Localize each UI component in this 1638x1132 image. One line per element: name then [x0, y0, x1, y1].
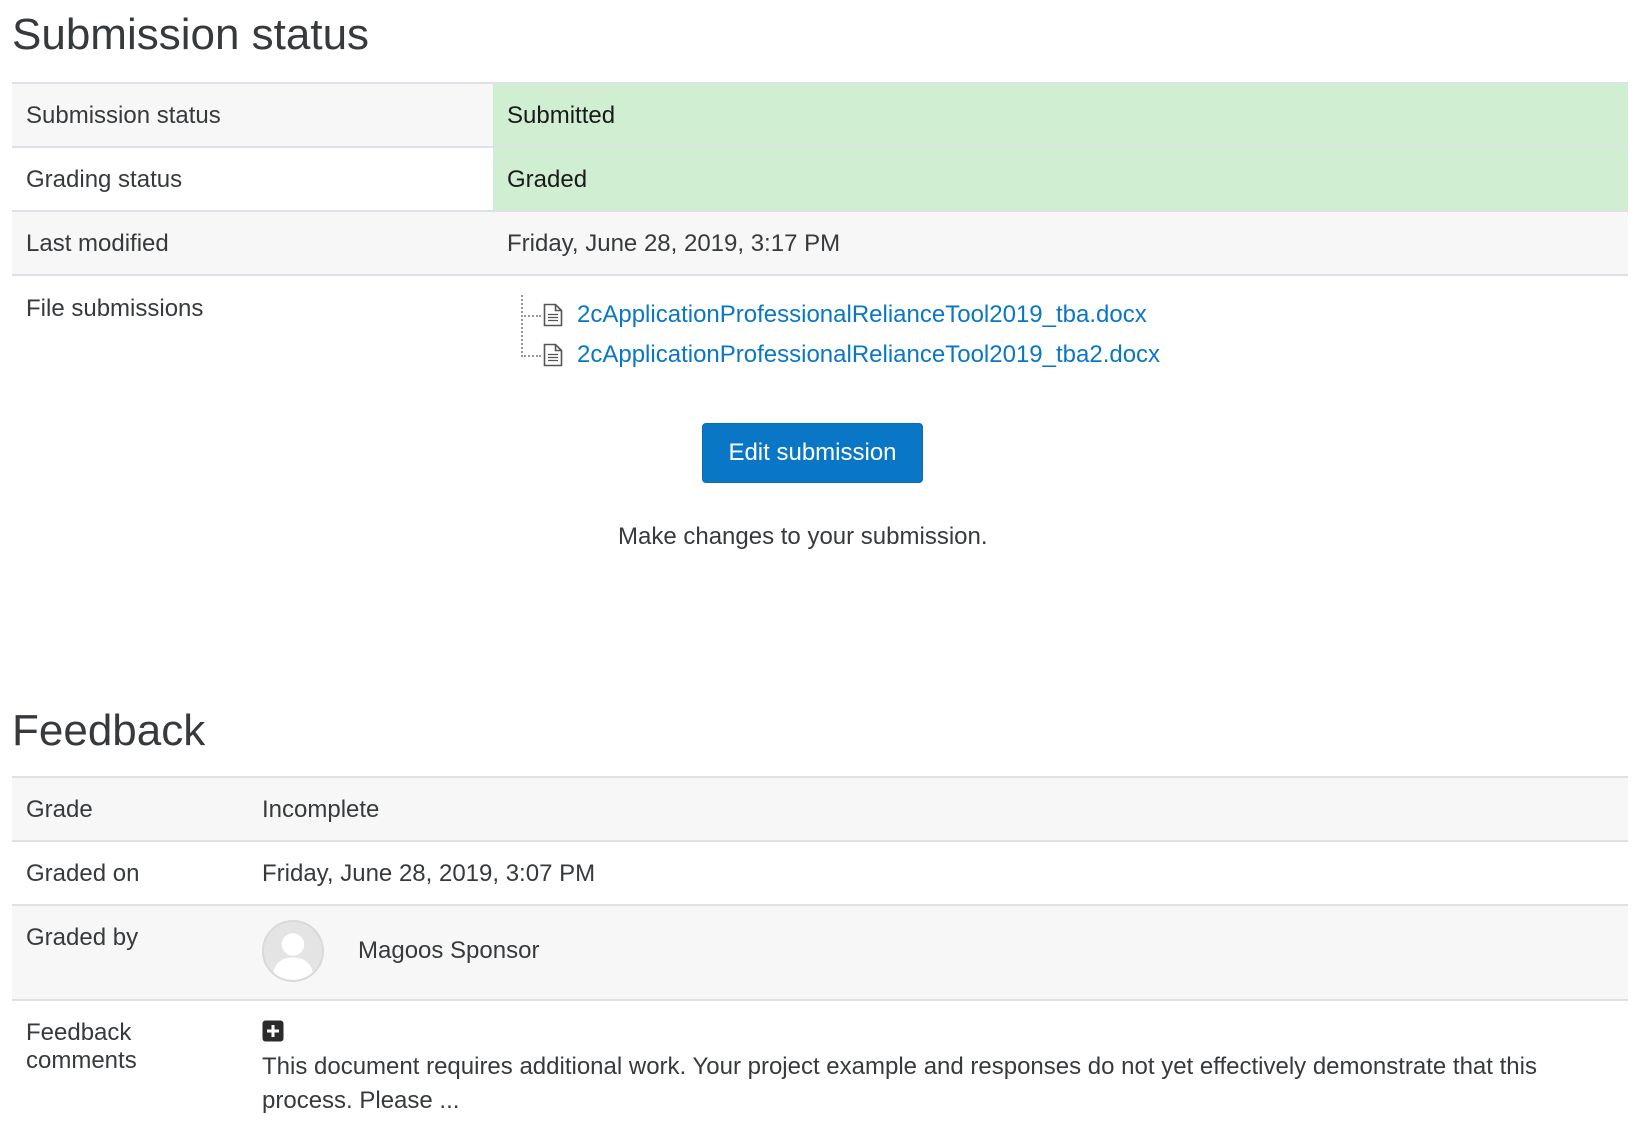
table-row: File submissions 2cApplicationProfession… [12, 274, 1628, 571]
tree-branch [521, 355, 541, 357]
grade-value: Incomplete [248, 776, 1628, 841]
file-submissions-cell: 2cApplicationProfessionalRelianceTool201… [493, 274, 1628, 571]
table-row: Grading status Graded [12, 146, 1628, 211]
grader-name: Magoos Sponsor [358, 937, 540, 964]
file-tree: 2cApplicationProfessionalRelianceTool201… [521, 295, 1614, 375]
submission-status-heading: Submission status [12, 10, 370, 59]
edit-submission-help: Make changes to your submission. [618, 523, 988, 550]
graded-on-label: Graded on [12, 840, 248, 905]
feedback-comments-label: Feedback comments [12, 999, 248, 1130]
file-document-icon [543, 343, 563, 367]
edit-submission-area: Edit submission Make changes to your sub… [618, 423, 988, 551]
feedback-table: Grade Incomplete Graded on Friday, June … [12, 776, 1628, 1130]
grader: Magoos Sponsor [262, 920, 1614, 982]
file-item: 2cApplicationProfessionalRelianceTool201… [521, 295, 1614, 335]
file-item: 2cApplicationProfessionalRelianceTool201… [521, 335, 1614, 375]
file-submissions-label: File submissions [12, 274, 493, 571]
tree-branch [521, 315, 541, 317]
table-row: Submission status Submitted [12, 82, 1628, 147]
last-modified-value: Friday, June 28, 2019, 3:17 PM [493, 210, 1628, 275]
table-row: Graded by Magoos Sponsor [12, 904, 1628, 1000]
plus-square-icon[interactable] [262, 1020, 284, 1042]
graded-by-label: Graded by [12, 904, 248, 1000]
graded-by-cell: Magoos Sponsor [248, 904, 1628, 1000]
last-modified-label: Last modified [12, 210, 493, 275]
grading-status-value: Graded [493, 146, 1628, 211]
submission-status-table: Submission status Submitted Grading stat… [12, 82, 1628, 571]
grade-label: Grade [12, 776, 248, 841]
grading-status-label: Grading status [12, 146, 493, 211]
table-row: Grade Incomplete [12, 776, 1628, 841]
table-row: Graded on Friday, June 28, 2019, 3:07 PM [12, 840, 1628, 905]
file-link-2[interactable]: 2cApplicationProfessionalRelianceTool201… [577, 341, 1160, 369]
file-document-icon [543, 303, 563, 327]
edit-submission-button[interactable]: Edit submission [702, 423, 923, 483]
submission-status-label: Submission status [12, 82, 493, 147]
graded-on-value: Friday, June 28, 2019, 3:07 PM [248, 840, 1628, 905]
file-link-1[interactable]: 2cApplicationProfessionalRelianceTool201… [577, 301, 1147, 329]
user-avatar-icon[interactable] [262, 920, 324, 982]
feedback-comments-text: This document requires additional work. … [262, 1053, 1537, 1114]
feedback-heading: Feedback [12, 706, 206, 755]
table-row: Feedback comments This document requires… [12, 999, 1628, 1130]
submission-status-value: Submitted [493, 82, 1628, 147]
feedback-comments-cell: This document requires additional work. … [248, 999, 1628, 1130]
table-row: Last modified Friday, June 28, 2019, 3:1… [12, 210, 1628, 275]
